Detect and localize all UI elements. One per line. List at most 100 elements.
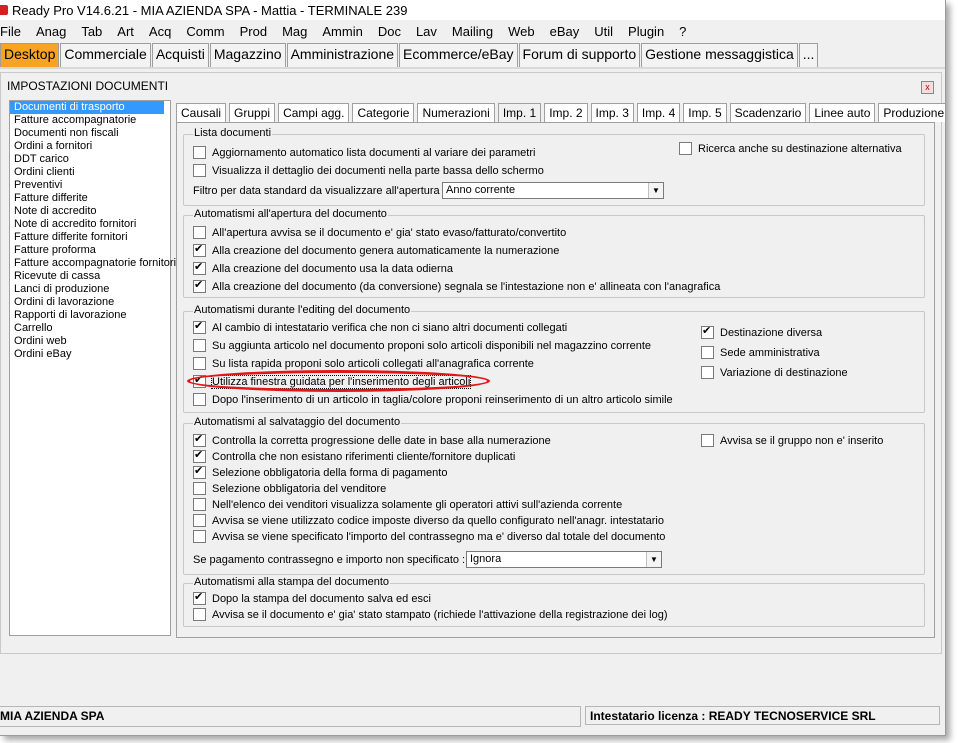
tab-numerazioni[interactable]: Numerazioni [417,103,495,122]
list-item[interactable]: Lanci di produzione [10,283,170,296]
checkbox-box[interactable] [701,324,714,339]
checkbox-box[interactable] [193,498,206,511]
checkbox-sede-amministrativa[interactable]: Sede amministrativa [701,346,820,359]
checkbox-box[interactable] [193,357,206,370]
checkbox-data-odierna[interactable]: Alla creazione del documento usa la data… [193,260,453,275]
checkbox-box[interactable] [701,434,714,447]
tab-imp-3[interactable]: Imp. 3 [590,103,634,122]
list-item[interactable]: Fatture accompagnatorie [10,114,170,127]
checkbox-cambio-intestatario[interactable]: Al cambio di intestatario verifica che n… [193,319,567,334]
list-item[interactable]: Ordini di lavorazione [10,296,170,309]
checkbox-articoli-disponibili[interactable]: Su aggiunta articolo nel documento propo… [193,339,651,352]
chevron-down-icon[interactable]: ▼ [646,552,661,567]
checkbox-box[interactable] [193,608,206,621]
checkbox-taglia-colore[interactable]: Dopo l'inserimento di un articolo in tag… [193,393,673,406]
menu-ebay[interactable]: eBay [550,24,580,39]
list-item[interactable]: Preventivi [10,179,170,192]
list-item[interactable]: DDT carico [10,153,170,166]
list-item[interactable]: Carrello [10,322,170,335]
menu-acq[interactable]: Acq [149,24,171,39]
checkbox-box[interactable] [193,448,206,463]
checkbox-box[interactable] [193,339,206,352]
checkbox-box[interactable] [193,319,206,334]
checkbox-lista-rapida[interactable]: Su lista rapida proponi solo articoli co… [193,357,534,370]
checkbox-avvisa-evaso[interactable]: All'apertura avvisa se il documento e' g… [193,226,566,239]
menu-ammin[interactable]: Ammin [322,24,362,39]
checkbox-ricerca-destinazione[interactable]: Ricerca anche su destinazione alternativ… [679,142,902,155]
checkbox-genera-numerazione[interactable]: Alla creazione del documento genera auto… [193,242,559,257]
menu-doc[interactable]: Doc [378,24,401,39]
list-item[interactable]: Fatture differite [10,192,170,205]
checkbox-gia-stampato[interactable]: Avvisa se il documento e' gia' stato sta… [193,608,668,621]
close-icon[interactable]: x [921,81,934,94]
list-item[interactable]: Ordini web [10,335,170,348]
checkbox-box[interactable] [193,514,206,527]
checkbox-box[interactable] [193,278,206,293]
tab-scadenzario[interactable]: Scadenzario [729,103,807,122]
checkbox-codice-imposte[interactable]: Avvisa se viene utilizzato codice impost… [193,514,664,527]
tab-commerciale[interactable]: Commerciale [60,43,151,67]
tab-causali[interactable]: Causali [176,103,227,122]
checkbox-box[interactable] [193,432,206,447]
tab-linee-auto[interactable]: Linee auto [809,103,876,122]
checkbox-box[interactable] [193,146,206,159]
checkbox-variazione-destinazione[interactable]: Variazione di destinazione [701,366,848,379]
tab-forum[interactable]: Forum di supporto [518,43,641,67]
checkbox-progressione-date[interactable]: Controlla la corretta progressione delle… [193,432,551,447]
tab-campi-agg[interactable]: Campi agg. [278,103,350,122]
menu-comm[interactable]: Comm [186,24,224,39]
menu-mag[interactable]: Mag [282,24,307,39]
checkbox-forma-pagamento[interactable]: Selezione obbligatoria della forma di pa… [193,464,447,479]
checkbox-destinazione-diversa[interactable]: Destinazione diversa [701,324,822,339]
checkbox-box[interactable] [701,366,714,379]
tab-imp-4[interactable]: Imp. 4 [636,103,681,122]
checkbox-box[interactable] [193,590,206,605]
list-item[interactable]: Documenti di trasporto [10,101,164,114]
tab-desktop[interactable]: Desktop [0,43,60,67]
list-item[interactable]: Documenti non fiscali [10,127,170,140]
checkbox-box[interactable] [193,242,206,257]
menu-prod[interactable]: Prod [240,24,267,39]
checkbox-box[interactable] [193,260,206,275]
checkbox-importo-contrassegno[interactable]: Avvisa se viene specificato l'importo de… [193,530,665,543]
checkbox-salva-esci[interactable]: Dopo la stampa del documento salva ed es… [193,590,431,605]
list-item[interactable]: Ricevute di cassa [10,270,170,283]
checkbox-box[interactable] [701,346,714,359]
list-item[interactable]: Ordini a fornitori [10,140,170,153]
tab-imp-5[interactable]: Imp. 5 [683,103,727,122]
menu-tab[interactable]: Tab [81,24,102,39]
list-item[interactable]: Rapporti di lavorazione [10,309,170,322]
checkbox-intestazione-allineata[interactable]: Alla creazione del documento (da convers… [193,278,720,293]
tab-magazzino[interactable]: Magazzino [209,43,286,67]
contrassegno-select[interactable]: Ignora ▼ [466,551,662,568]
checkbox-aggiornamento-automatico[interactable]: Aggiornamento automatico lista documenti… [193,146,535,159]
checkbox-box[interactable] [193,482,206,495]
menu-art[interactable]: Art [117,24,134,39]
checkbox-box[interactable] [193,530,206,543]
list-item[interactable]: Note di accredito fornitori [10,218,170,231]
checkbox-box[interactable] [193,226,206,239]
tab-more[interactable]: ... [798,43,819,67]
menu-anag[interactable]: Anag [36,24,66,39]
list-item[interactable]: Fatture differite fornitori [10,231,170,244]
checkbox-visualizza-dettaglio[interactable]: Visualizza il dettaglio dei documenti ne… [193,164,544,177]
checkbox-gruppo-non-inserito[interactable]: Avvisa se il gruppo non e' inserito [701,434,883,447]
tab-gruppi[interactable]: Gruppi [229,103,276,122]
tab-messaggistica[interactable]: Gestione messaggistica [641,43,798,67]
document-type-list[interactable]: Documenti di trasporto Fatture accompagn… [9,100,176,636]
chevron-down-icon[interactable]: ▼ [648,183,663,198]
menu-web[interactable]: Web [508,24,535,39]
checkbox-operatori-attivi[interactable]: Nell'elenco dei venditori visualizza sol… [193,498,622,511]
menu-plugin[interactable]: Plugin [628,24,664,39]
tab-produzione[interactable]: Produzione [878,103,945,122]
checkbox-box[interactable] [193,393,206,406]
checkbox-box[interactable] [193,464,206,479]
menu-util[interactable]: Util [594,24,613,39]
tab-acquisti[interactable]: Acquisti [151,43,209,67]
menu-mailing[interactable]: Mailing [452,24,493,39]
filter-date-select[interactable]: Anno corrente ▼ [442,182,664,199]
list-item[interactable]: Fatture accompagnatorie fornitori [10,257,176,270]
tab-amministrazione[interactable]: Amministrazione [286,43,399,67]
list-item[interactable]: Ordini clienti [10,166,170,179]
menu-help[interactable]: ? [679,24,686,39]
